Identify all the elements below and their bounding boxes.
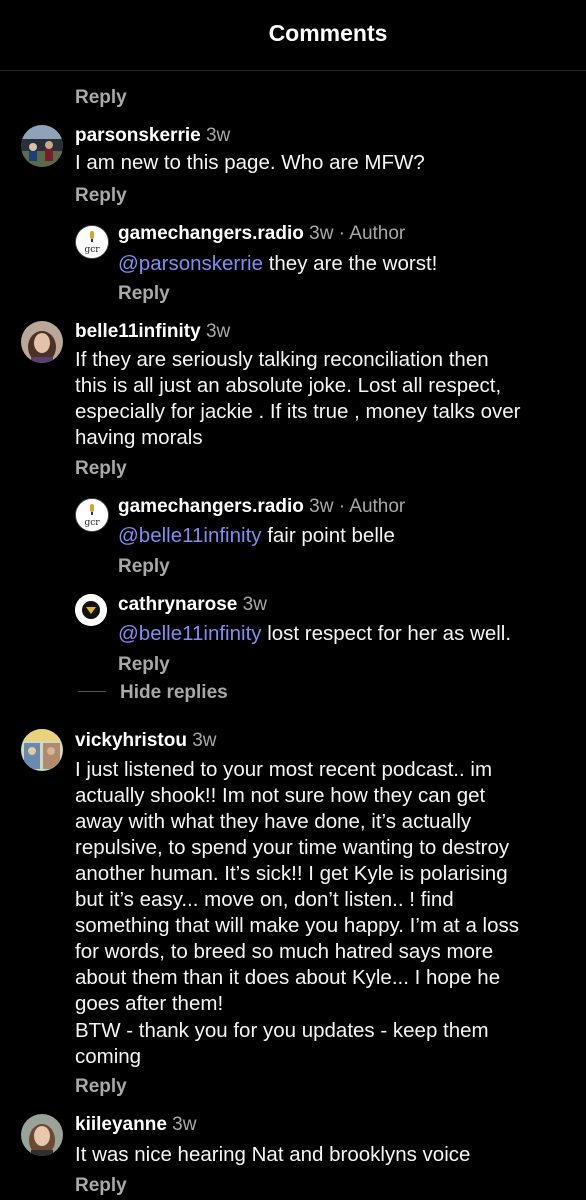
author-badge: Author bbox=[349, 223, 406, 244]
comment-text: @belle11infinity fair point belle bbox=[118, 523, 395, 549]
timestamp: 3w bbox=[205, 125, 231, 146]
username[interactable]: parsonskerrie bbox=[75, 125, 201, 146]
username[interactable]: gamechangers.radio bbox=[118, 223, 304, 244]
username[interactable]: kiileyanne bbox=[75, 1114, 167, 1135]
reply-button[interactable]: Reply bbox=[75, 1076, 127, 1098]
avatar[interactable] bbox=[21, 321, 63, 363]
comment-text: I just listened to your most recent podc… bbox=[75, 758, 519, 1015]
reply-button[interactable]: Reply bbox=[118, 654, 170, 676]
avatar[interactable] bbox=[21, 729, 63, 771]
comment-text: @belle11infinity lost respect for her as… bbox=[118, 621, 511, 647]
timestamp: 3w bbox=[192, 730, 217, 751]
comment-text: I am new to this page. Who are MFW? bbox=[75, 151, 425, 174]
comment-text-rest: fair point belle bbox=[261, 524, 395, 547]
reply-button[interactable]: Reply bbox=[75, 458, 127, 480]
comment-header: kiileyanne 3w bbox=[75, 1114, 196, 1136]
timestamp: 3w bbox=[205, 321, 231, 342]
comment-text-continued: BTW - thank you for you updates - keep t… bbox=[75, 1019, 489, 1068]
comment-text-rest: lost respect for her as well. bbox=[261, 622, 512, 645]
mention-link[interactable]: @parsonskerrie bbox=[118, 252, 263, 275]
author-badge: Author bbox=[349, 496, 406, 517]
mention-link[interactable]: @belle11infinity bbox=[118, 622, 262, 645]
separator-dot: · bbox=[338, 223, 346, 244]
avatar[interactable] bbox=[21, 125, 63, 167]
reply-button[interactable]: Reply bbox=[118, 283, 170, 305]
separator-dot: · bbox=[338, 496, 346, 517]
comment-header: belle11infinity 3w bbox=[75, 321, 230, 343]
avatar-logo-text: gcr bbox=[84, 518, 100, 528]
comment-header: parsonskerrie 3w bbox=[75, 125, 230, 147]
reply-button[interactable]: Reply bbox=[75, 185, 127, 207]
timestamp: 3w bbox=[309, 496, 334, 517]
hide-replies-divider bbox=[78, 691, 106, 692]
comment-header: gamechangers.radio 3w · Author bbox=[118, 223, 405, 245]
mention-link[interactable]: @belle11infinity bbox=[118, 524, 262, 547]
avatar[interactable]: gcr bbox=[75, 498, 109, 532]
avatar[interactable] bbox=[21, 1114, 63, 1156]
page-title: Comments bbox=[268, 20, 388, 46]
avatar-logo-text: gcr bbox=[84, 245, 100, 255]
reply-button[interactable]: Reply bbox=[75, 87, 127, 109]
username[interactable]: belle11infinity bbox=[75, 321, 201, 342]
timestamp: 3w bbox=[172, 1114, 197, 1135]
avatar[interactable] bbox=[75, 594, 107, 626]
comment-text: @parsonskerrie they are the worst! bbox=[118, 251, 437, 277]
comment-header: vickyhristou 3w bbox=[75, 730, 217, 752]
comments-header: Comments bbox=[0, 0, 586, 71]
comment-text: If they are seriously talking reconcilia… bbox=[75, 348, 521, 449]
username[interactable]: gamechangers.radio bbox=[118, 496, 304, 517]
reply-button[interactable]: Reply bbox=[75, 1175, 127, 1197]
comment-header: cathrynarose 3w bbox=[118, 594, 267, 616]
comment-text-rest: they are the worst! bbox=[263, 252, 438, 275]
timestamp: 3w bbox=[309, 223, 334, 244]
hide-replies-button[interactable]: Hide replies bbox=[120, 682, 228, 704]
timestamp: 3w bbox=[242, 594, 267, 615]
comment-header: gamechangers.radio 3w · Author bbox=[118, 496, 405, 518]
username[interactable]: vickyhristou bbox=[75, 730, 187, 751]
comment-text: It was nice hearing Nat and brooklyns vo… bbox=[75, 1143, 471, 1166]
avatar[interactable]: gcr bbox=[75, 225, 109, 259]
reply-button[interactable]: Reply bbox=[118, 556, 170, 578]
username[interactable]: cathrynarose bbox=[118, 594, 237, 615]
